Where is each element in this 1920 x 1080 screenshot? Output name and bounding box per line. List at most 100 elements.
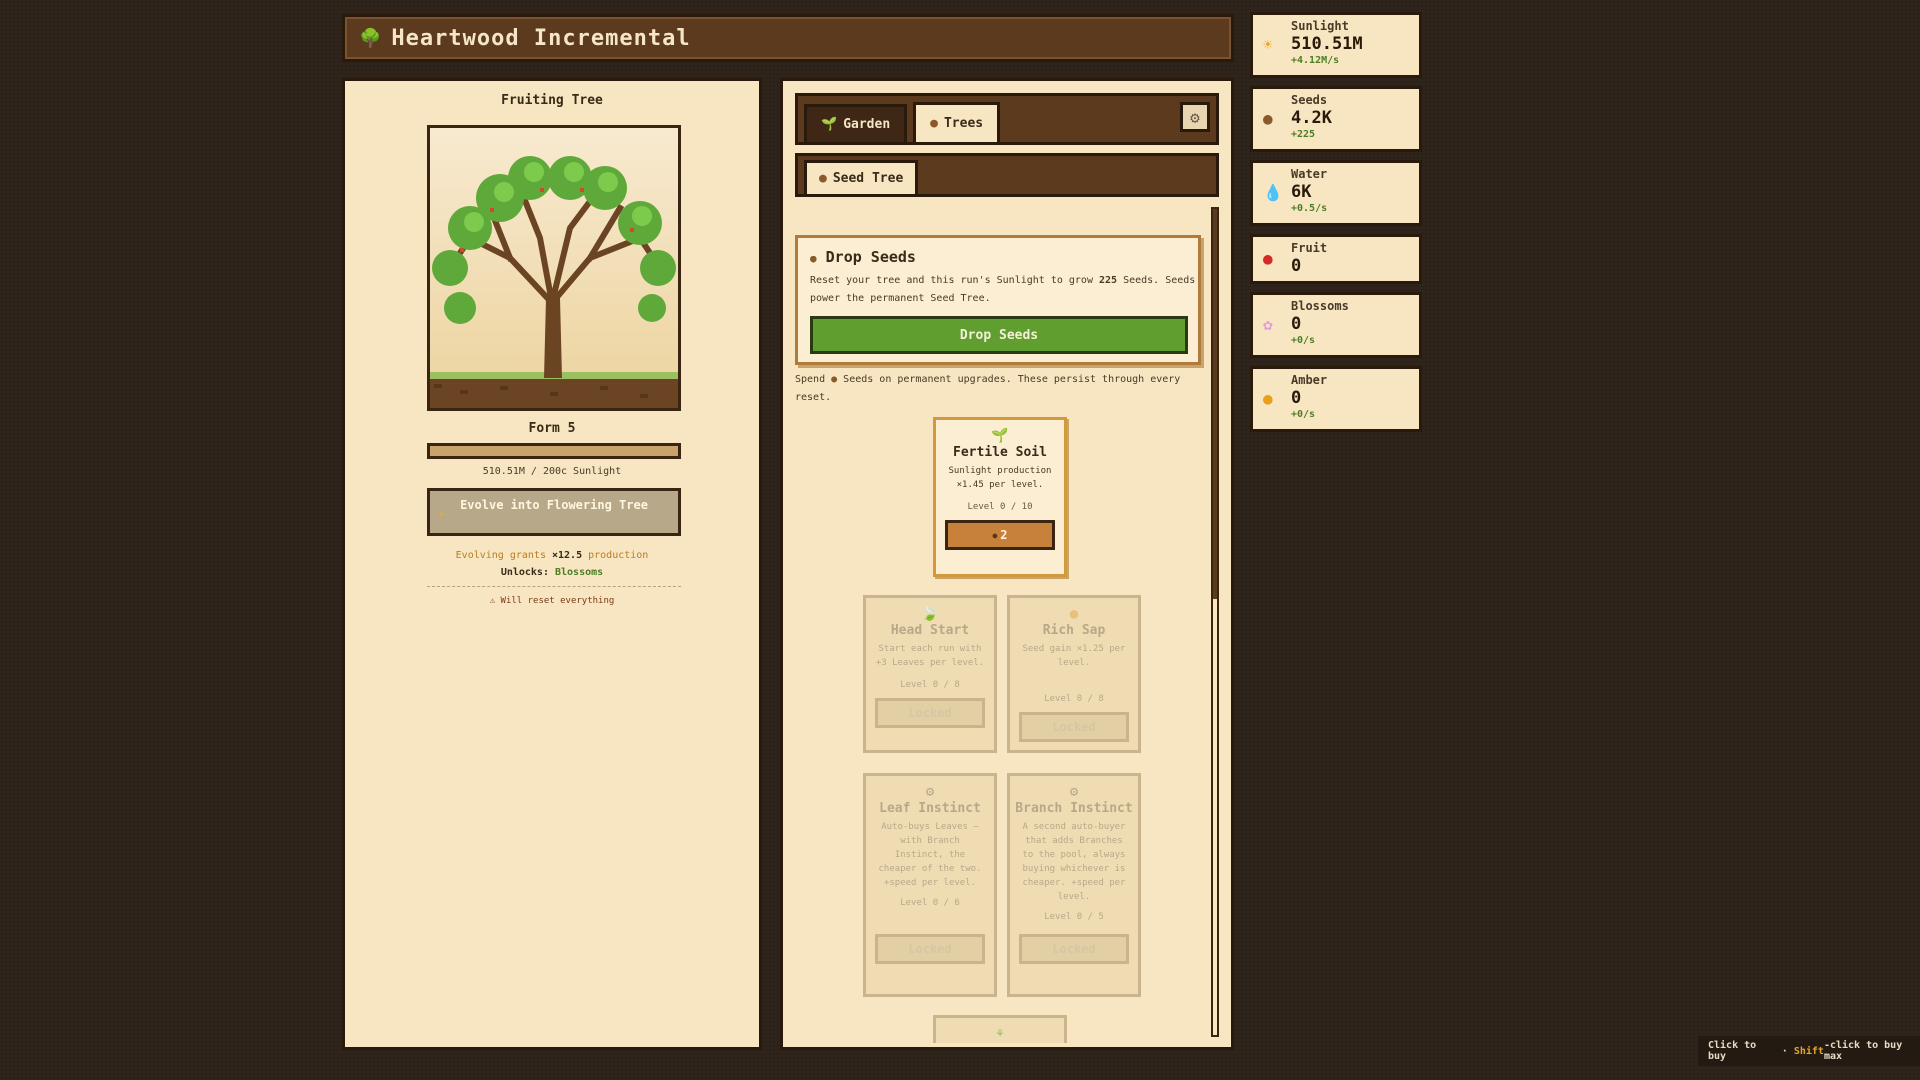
tree-panel-title: Fruiting Tree — [501, 93, 603, 108]
tree-graphic — [430, 156, 678, 408]
seed-amount: 225 — [1098, 275, 1118, 286]
gear-icon: ⚙ — [1069, 784, 1079, 800]
drop-seeds-title: ● Drop Seeds — [810, 248, 916, 266]
sprout-icon: 🌱 — [991, 428, 1009, 444]
main-tabbar: 🌱 Garden ● Trees ⚙ — [795, 93, 1219, 145]
upgrade-name: Fertile Soil — [953, 445, 1047, 460]
upgrade-desc: Auto-buys Leaves — with Branch Instinct,… — [878, 822, 982, 888]
upgrade-name: Branch Instinct — [1015, 801, 1133, 816]
resource-rate: +0.5/s — [1291, 203, 1328, 214]
resource-value: 0 — [1291, 314, 1302, 334]
tab-garden-label: Garden — [843, 117, 891, 132]
spend-before: Spend — [795, 374, 832, 385]
gear-icon: ⚙ — [1190, 107, 1200, 127]
tab-trees[interactable]: ● Trees — [913, 102, 1001, 142]
sprout-icon: 🌱 — [821, 117, 838, 132]
upgrade-name: Rich Sap — [1042, 623, 1106, 638]
acorn-icon: ● — [992, 530, 998, 540]
unlock-prefix: Unlocks: — [500, 567, 555, 578]
grant-suffix: production — [582, 550, 649, 561]
leaf-icon: 🍃 — [921, 606, 939, 622]
scrollbar[interactable] — [1211, 207, 1219, 1037]
resource-name: Amber — [1291, 373, 1328, 387]
tab-trees-label: Trees — [943, 116, 984, 131]
drop-seeds-button[interactable]: Drop Seeds — [810, 316, 1188, 354]
upgrade-rich-sap: ● Rich Sap Seed gain ×1.25 per level. Le… — [1007, 595, 1141, 753]
tree-icon: 🌳 — [359, 27, 382, 49]
locked-button: Locked — [875, 934, 985, 964]
locked-button: Locked — [1019, 934, 1129, 964]
upgrade-level: Level 0 / 5 — [1044, 912, 1104, 922]
acorn-icon: ● — [930, 116, 938, 131]
upgrade-level: Level 0 / 10 — [967, 502, 1033, 512]
progress-text: 510.51M / 200c Sunlight — [482, 466, 622, 477]
locked-button: Locked — [875, 698, 985, 728]
amber-icon: ● — [1263, 389, 1273, 408]
resource-water: 💧 Water 6K +0.5/s — [1250, 160, 1422, 226]
resource-rate: +4.12M/s — [1291, 55, 1340, 66]
upgrade-name: Head Start — [890, 623, 970, 638]
hint-click: Click to buy — [1708, 1040, 1757, 1062]
app-title: Heartwood Incremental — [391, 25, 691, 51]
resource-blossoms: ✿ Blossoms 0 +0/s — [1250, 292, 1422, 358]
resource-name: Water — [1291, 167, 1328, 181]
resource-sunlight: ☀ Sunlight 510.51M +4.12M/s — [1250, 12, 1422, 78]
upgrades-panel: 🌱 Garden ● Trees ⚙ ● Seed Tree ● Drop Se… — [780, 78, 1234, 1050]
hint-shift: Shift — [1793, 1045, 1824, 1057]
subtab-seed-tree[interactable]: ● Seed Tree — [804, 160, 919, 194]
grant-prefix: Evolving grants — [455, 550, 552, 561]
sap-icon: ● — [1069, 606, 1079, 622]
resource-rate: +225 — [1291, 129, 1316, 140]
resource-name: Seeds — [1291, 93, 1328, 107]
spend-hint: Spend ● Seeds on permanent upgrades. The… — [795, 371, 1201, 407]
sun-icon: ☀ — [1263, 35, 1273, 54]
app-header: 🌳 Heartwood Incremental — [342, 14, 1234, 62]
drop-seeds-title-text: Drop Seeds — [825, 248, 916, 266]
droplet-icon: 💧 — [1263, 183, 1283, 202]
divider — [427, 586, 681, 587]
resource-fruit: ● Fruit 0 — [1250, 234, 1422, 284]
acorn-icon: ● — [819, 171, 827, 186]
upgrade-next-partial: ⚘ — [933, 1015, 1067, 1043]
unlock-value: Blossoms — [555, 567, 604, 578]
resource-rate: +0/s — [1291, 409, 1316, 420]
resource-value: 0 — [1291, 256, 1302, 276]
hint-sep: · — [1775, 1045, 1794, 1057]
hint-shift-rest: -click to buy max — [1823, 1040, 1903, 1062]
tree-panel: Fruiting Tree Form 5 510.51M / 200c Sunl… — [342, 78, 762, 1050]
drop-seeds-box: ● Drop Seeds Reset your tree and this ru… — [795, 235, 1201, 365]
resource-name: Fruit — [1291, 241, 1328, 255]
reset-warning: ⚠ Will reset everything — [489, 596, 615, 606]
resource-value: 510.51M — [1291, 34, 1363, 54]
scrollbar-thumb[interactable] — [1213, 209, 1217, 599]
evolve-button[interactable]: ✦ Evolve into Flowering Tree — [427, 488, 681, 536]
upgrade-leaf-instinct: ⚙ Leaf Instinct Auto-buys Leaves — with … — [863, 773, 997, 997]
tab-garden[interactable]: 🌱 Garden — [804, 104, 908, 142]
buy-fertile-soil-button[interactable]: ● 2 — [945, 520, 1055, 550]
unlock-text: Unlocks: Blossoms — [345, 567, 759, 578]
upgrade-desc: Sunlight production ×1.45 per level. — [948, 466, 1052, 490]
upgrade-branch-instinct: ⚙ Branch Instinct A second auto-buyer th… — [1007, 773, 1141, 997]
apple-icon: ● — [1263, 249, 1273, 268]
sprout-icon: ⚘ — [996, 1026, 1004, 1040]
sub-tabbar: ● Seed Tree — [795, 153, 1219, 197]
grant-value: ×12.5 — [551, 550, 583, 561]
resource-value: 4.2K — [1291, 108, 1332, 128]
resource-value: 0 — [1291, 388, 1302, 408]
gear-icon: ⚙ — [925, 784, 935, 800]
resource-amber: ● Amber 0 +0/s — [1250, 366, 1422, 432]
progress-fill — [430, 446, 678, 456]
upgrade-level: Level 0 / 8 — [1044, 694, 1104, 704]
tree-illustration — [427, 125, 681, 411]
locked-button: Locked — [1019, 712, 1129, 742]
upgrade-head-start: 🍃 Head Start Start each run with +3 Leav… — [863, 595, 997, 753]
settings-button[interactable]: ⚙ — [1180, 102, 1210, 132]
spend-after: Seeds on permanent upgrades. These persi… — [795, 374, 1181, 403]
acorn-icon: ● — [1263, 109, 1273, 128]
buy-cost: 2 — [1000, 528, 1008, 542]
resource-rate: +0/s — [1291, 335, 1316, 346]
upgrade-name: Leaf Instinct — [879, 801, 981, 816]
drop-text-before: Reset your tree and this run's Sunlight … — [810, 275, 1099, 286]
acorn-icon: ● — [810, 252, 817, 265]
upgrade-level: Level 0 / 8 — [900, 680, 960, 690]
